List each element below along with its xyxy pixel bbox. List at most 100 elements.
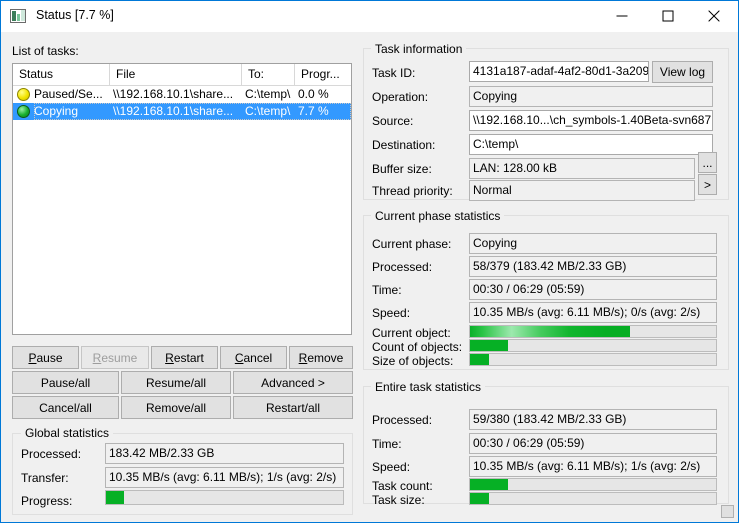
remove-accel: R [298,350,308,365]
status-led-copying-icon [17,105,30,118]
task-size-progress-fill [470,493,489,504]
source-field[interactable]: \\192.168.10...\ch_symbols-1.40Beta-svn6… [469,110,713,131]
phase-speed-value: 10.35 MB/s (avg: 6.11 MB/s); 0/s (avg: 2… [469,302,717,323]
operation-value: Copying [469,86,713,107]
cancel-all-button[interactable]: Cancel/all [12,396,119,419]
restart-label: estart [173,350,204,365]
table-row[interactable]: Paused/Se... \\192.168.10.1\share... C:\… [13,86,351,103]
task-list[interactable]: Status File To: Progr... Paused/Se... \\… [12,63,352,335]
task-size-label: Task size: [372,493,425,507]
phase-processed-label: Processed: [372,260,433,274]
restart-accel: R [165,350,174,365]
cancel-button[interactable]: Cancel [220,346,287,369]
count-of-objects-label: Count of objects: [372,340,463,354]
cell-file: \\192.168.10.1\share... [113,87,234,101]
global-progress-bar [105,490,344,505]
task-size-progress-bar [469,492,717,505]
current-object-progress-bar [469,325,717,338]
operation-label: Operation: [372,90,429,104]
count-of-objects-progress-fill [470,340,508,351]
current-phase-value: Copying [469,233,717,254]
cell-to: C:\temp\ [245,104,291,118]
count-of-objects-progress-bar [469,339,717,352]
view-log-button[interactable]: View log [652,61,713,83]
buffer-size-value: LAN: 128.00 kB [469,158,695,179]
resume-accel: R [92,350,102,365]
restart-all-button[interactable]: Restart/all [233,396,353,419]
global-processed-label: Processed: [21,447,82,461]
buffer-size-label: Buffer size: [372,162,432,176]
entire-time-label: Time: [372,437,402,451]
buffer-size-browse-button[interactable]: ... [698,152,717,173]
cell-progress: 7.7 % [298,104,329,118]
task-count-progress-fill [470,479,508,490]
current-object-label: Current object: [372,326,451,340]
task-information-title: Task information [371,42,467,56]
column-header-progress[interactable]: Progr... [295,64,351,85]
global-transfer-value: 10.35 MB/s (avg: 6.11 MB/s); 1/s (avg: 2… [105,467,344,488]
phase-time-label: Time: [372,283,402,297]
source-label: Source: [372,114,414,128]
task-id-label: Task ID: [372,66,416,80]
cell-to: C:\temp\ [245,87,291,101]
remove-label: emove [307,350,344,365]
size-of-objects-label: Size of objects: [372,354,454,368]
phase-time-value: 00:30 / 06:29 (05:59) [469,279,717,300]
entire-speed-value: 10.35 MB/s (avg: 6.11 MB/s); 1/s (avg: 2… [469,456,717,477]
resize-grip[interactable] [721,505,734,518]
phase-speed-label: Speed: [372,306,411,320]
advanced-button[interactable]: Advanced > [233,371,353,394]
global-progress-label: Progress: [21,494,73,508]
global-progress-fill [106,491,125,504]
cell-status: Paused/Se... [34,87,103,101]
table-row[interactable]: Copying \\192.168.10.1\share... C:\temp\… [13,103,351,120]
resume-button[interactable]: Resume [81,346,149,369]
entire-time-value: 00:30 / 06:29 (05:59) [469,433,717,454]
column-header-status[interactable]: Status [13,64,110,85]
thread-priority-more-button[interactable]: > [698,174,717,195]
phase-processed-value: 58/379 (183.42 MB/2.33 GB) [469,256,717,277]
cell-progress: 0.0 % [298,87,329,101]
task-count-progress-bar [469,478,717,491]
minimize-icon[interactable] [599,1,645,31]
cell-file: \\192.168.10.1\share... [113,104,234,118]
title-bar: Status [7.7 %] [1,1,738,33]
list-of-tasks-label: List of tasks: [12,44,79,58]
entire-task-statistics-title: Entire task statistics [371,380,486,394]
current-phase-statistics-title: Current phase statistics [371,209,505,223]
destination-label: Destination: [372,138,436,152]
task-id-field[interactable]: 4131a187-adaf-4af2-80d1-3a2098 [469,61,649,82]
global-statistics-title: Global statistics [21,426,114,440]
pause-button[interactable]: Pause [12,346,79,369]
cancel-label: ancel [243,350,273,365]
current-object-progress-fill [470,326,630,337]
cell-status: Copying [34,104,79,118]
size-of-objects-progress-bar [469,353,717,366]
size-of-objects-progress-fill [470,354,489,365]
thread-priority-label: Thread priority: [372,184,453,198]
status-led-paused-icon [17,88,30,101]
column-header-file[interactable]: File [110,64,242,85]
app-window-icon [10,9,26,23]
window-title: Status [7.7 %] [36,8,114,22]
entire-processed-label: Processed: [372,413,433,427]
maximize-icon[interactable] [645,1,691,31]
column-header-to[interactable]: To: [242,64,295,85]
remove-all-button[interactable]: Remove/all [121,396,231,419]
destination-field[interactable]: C:\temp\ [469,134,713,155]
entire-speed-label: Speed: [372,460,411,474]
restart-button[interactable]: Restart [151,346,218,369]
pause-label: ause [36,350,63,365]
global-processed-value: 183.42 MB/2.33 GB [105,443,344,464]
remove-button[interactable]: Remove [289,346,353,369]
global-transfer-label: Transfer: [21,471,69,485]
resume-all-button[interactable]: Resume/all [121,371,231,394]
status-window: Status [7.7 %] List of tasks: Status Fil… [0,0,739,523]
entire-processed-value: 59/380 (183.42 MB/2.33 GB) [469,409,717,430]
current-phase-label: Current phase: [372,237,452,251]
task-count-label: Task count: [372,479,433,493]
pause-all-button[interactable]: Pause/all [12,371,119,394]
close-icon[interactable] [691,1,737,31]
resume-label: esume [101,350,138,365]
task-list-header: Status File To: Progr... [13,64,351,86]
